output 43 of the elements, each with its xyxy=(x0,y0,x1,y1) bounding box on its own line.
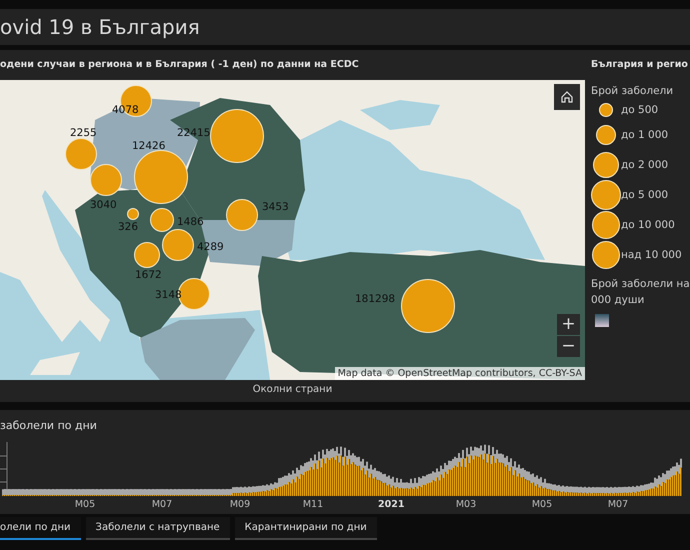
case-count-label: 3040 xyxy=(90,199,117,211)
legend-label: до 500 xyxy=(621,104,658,116)
axis-label: M03 xyxy=(454,499,478,510)
case-count-label: 181298 xyxy=(355,293,396,305)
map-attribution: Map data © OpenStreetMap contributors, CC-BY-SA xyxy=(334,367,585,380)
axis-label: M11 xyxy=(302,499,324,510)
home-icon xyxy=(560,90,574,104)
bubble-size-icon xyxy=(592,211,620,239)
chart-title: заболели по дни xyxy=(0,419,97,432)
tab[interactable]: Карантинирани по дни xyxy=(234,517,377,540)
legend-heading: Брой заболели xyxy=(591,85,674,97)
legend-label: до 5 000 xyxy=(621,189,668,201)
home-button[interactable] xyxy=(554,84,580,110)
axis-label: M07 xyxy=(606,499,630,510)
zoom-in-button[interactable]: + xyxy=(557,314,580,335)
legend-label: до 1 000 xyxy=(621,129,668,141)
legend-title: България и регио xyxy=(591,59,688,70)
bubble-size-icon xyxy=(592,241,620,269)
legend-label: до 10 000 xyxy=(621,219,675,231)
case-count-label: 2255 xyxy=(70,127,97,139)
map-caption: Околни страни xyxy=(252,384,332,395)
legend-label: до 2 000 xyxy=(621,159,668,171)
case-count-label: 326 xyxy=(118,221,138,233)
bubble-size-icon xyxy=(591,180,621,210)
bubble-size-icon xyxy=(599,103,613,117)
color-ramp-swatch xyxy=(595,314,609,327)
bubble-size-icon xyxy=(593,152,619,178)
legend-heading: Брой заболели на 000 души xyxy=(591,277,690,308)
bubble-size-icon xyxy=(596,125,616,145)
case-count-label: 3453 xyxy=(262,201,289,213)
axis-label: 2021 xyxy=(378,499,402,510)
legend-label: над 10 000 xyxy=(621,249,682,261)
axis-label: M09 xyxy=(228,499,252,510)
axis-label: M07 xyxy=(150,499,174,510)
zoom-out-button[interactable]: − xyxy=(557,336,580,357)
panel-title: одени случаи в региона и в България ( -1 ден) по данни на ECDC xyxy=(0,59,359,70)
axis-label: M05 xyxy=(74,499,96,510)
case-count-label: 1672 xyxy=(135,269,162,281)
tab[interactable]: Заболели с натрупване xyxy=(86,517,230,540)
dashboard-title: ovid 19 в България xyxy=(0,14,200,41)
tab[interactable]: олели по дни xyxy=(0,517,81,540)
case-count-label: 12426 xyxy=(132,140,166,152)
axis-label: M05 xyxy=(530,499,554,510)
